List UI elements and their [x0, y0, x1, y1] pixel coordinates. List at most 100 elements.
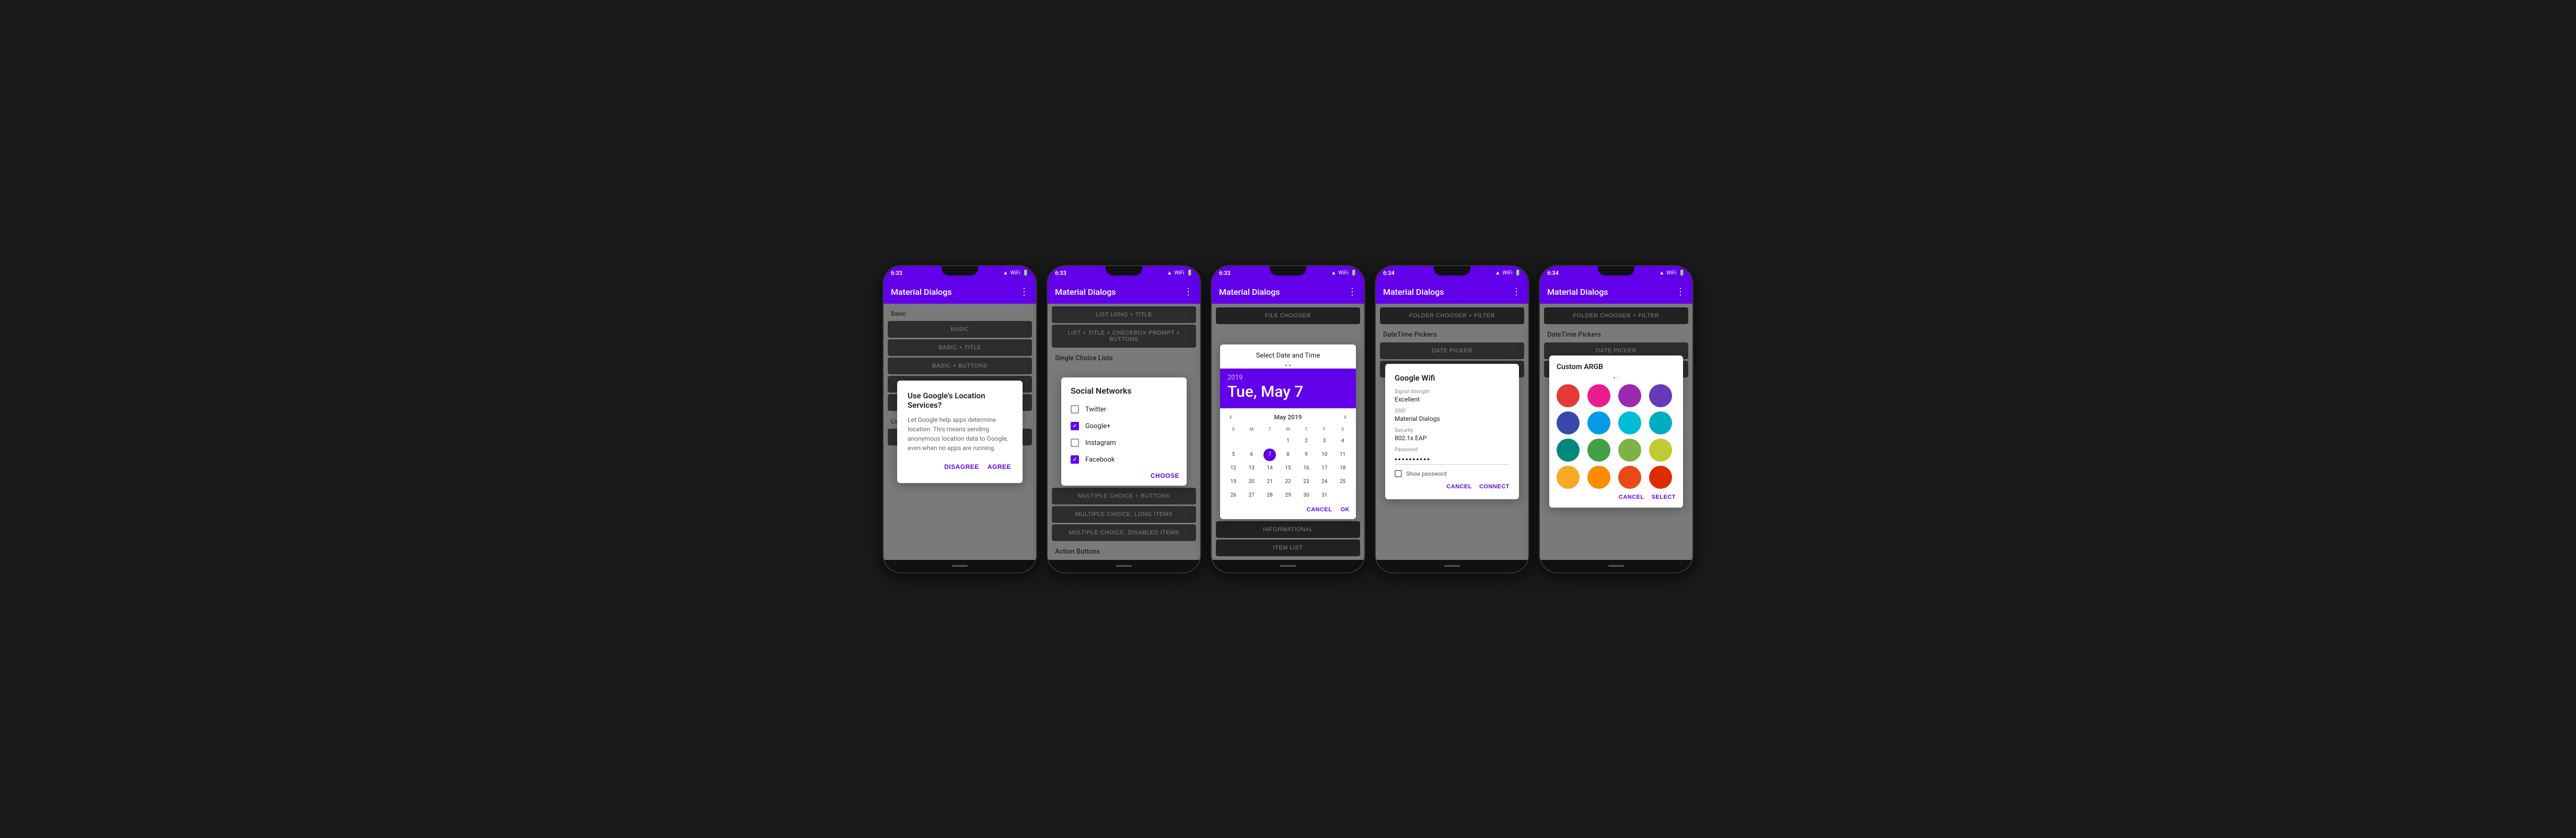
menu-icon-1[interactable]: ⋮ — [1019, 286, 1029, 297]
cal-day-8[interactable]: 8 — [1282, 449, 1294, 461]
cal-day-30[interactable]: 30 — [1300, 489, 1313, 502]
argb-select-btn[interactable]: SELECT — [1652, 494, 1676, 500]
color-amber[interactable] — [1587, 466, 1610, 489]
cal-day-f: F — [1315, 426, 1333, 434]
cal-day-13[interactable]: 13 — [1245, 462, 1258, 475]
choose-button[interactable]: CHOOSE — [1151, 472, 1179, 479]
battery-icon-2: 🔋 — [1187, 270, 1193, 276]
cal-day-4[interactable]: 4 — [1337, 435, 1349, 447]
color-green[interactable] — [1587, 439, 1610, 462]
screen-1: Basic BASIC BASIC + TITLE BASIC + BUTTON… — [884, 304, 1036, 560]
social-item-facebook[interactable]: Facebook — [1061, 451, 1187, 468]
cal-day-31[interactable]: 31 — [1318, 489, 1331, 502]
home-indicator-1 — [952, 565, 968, 567]
date-picker-dialog: Select Date and Time ● ● 2019 Tue, May 7… — [1220, 345, 1356, 519]
color-teal[interactable] — [1557, 439, 1580, 462]
cal-day-3[interactable]: 3 — [1318, 435, 1331, 447]
color-indigo[interactable] — [1557, 411, 1580, 434]
cal-month: May 2019 — [1274, 414, 1302, 421]
calendar-nav: ‹ May 2019 › — [1220, 408, 1356, 426]
color-deep-orange[interactable] — [1618, 466, 1641, 489]
cal-day-2[interactable]: 2 — [1300, 435, 1313, 447]
cal-day-27[interactable]: 27 — [1245, 489, 1258, 502]
home-indicator-3 — [1280, 565, 1296, 567]
menu-icon-2[interactable]: ⋮ — [1183, 286, 1193, 297]
app-title-1: Material Dialogs — [891, 287, 952, 297]
app-bar-3: Material Dialogs ⋮ — [1212, 281, 1364, 304]
color-yellow[interactable] — [1557, 466, 1580, 489]
bottom-bar-5 — [1540, 560, 1692, 572]
color-light-green[interactable] — [1618, 439, 1641, 462]
cal-day-17[interactable]: 17 — [1318, 462, 1331, 475]
wifi-show-password-checkbox[interactable] — [1395, 470, 1402, 477]
cal-prev-btn[interactable]: ‹ — [1225, 411, 1236, 423]
cal-day-24[interactable]: 24 — [1318, 476, 1331, 488]
cal-next-btn[interactable]: › — [1340, 411, 1351, 423]
notch-5 — [1598, 266, 1634, 275]
color-light-blue[interactable] — [1649, 411, 1672, 434]
wifi-cancel-btn[interactable]: CANCEL — [1446, 484, 1472, 490]
wifi-icon-4: WiFi — [1502, 270, 1512, 276]
dialog-overlay-2: Social Networks Twitter Google+ Instagra… — [1048, 304, 1200, 560]
color-deep-purple[interactable] — [1649, 384, 1672, 407]
dialog-overlay-5: Custom ARGB ● ○ — [1540, 304, 1692, 560]
wifi-password-input[interactable] — [1395, 454, 1510, 465]
app-title-3: Material Dialogs — [1219, 287, 1280, 297]
social-item-twitter[interactable]: Twitter — [1061, 401, 1187, 418]
checkbox-googleplus[interactable] — [1071, 422, 1079, 430]
color-orange-red[interactable] — [1649, 466, 1672, 489]
dp-cancel-btn[interactable]: CANCEL — [1307, 507, 1332, 513]
social-label-instagram: Instagram — [1085, 439, 1116, 447]
social-item-instagram[interactable]: Instagram — [1061, 434, 1187, 451]
agree-button[interactable]: AGREE — [987, 461, 1012, 473]
checkbox-instagram[interactable] — [1071, 439, 1079, 447]
cal-day-6[interactable]: 6 — [1245, 449, 1258, 461]
social-dialog-title: Social Networks — [1061, 377, 1187, 401]
cal-day-23[interactable]: 23 — [1300, 476, 1313, 488]
color-blue[interactable] — [1587, 411, 1610, 434]
disagree-button[interactable]: DISAGREE — [943, 461, 980, 473]
dialog-body-1: Let Google help apps determine location.… — [908, 415, 1012, 453]
cal-day-15[interactable]: 15 — [1282, 462, 1294, 475]
cal-day-5[interactable]: 5 — [1227, 449, 1239, 461]
cal-day-18[interactable]: 18 — [1337, 462, 1349, 475]
cal-day-19[interactable]: 19 — [1227, 476, 1239, 488]
cal-day-7[interactable]: 7 — [1263, 449, 1276, 461]
cal-day-11[interactable]: 11 — [1337, 449, 1349, 461]
cal-day-9[interactable]: 9 — [1300, 449, 1313, 461]
cal-day-12[interactable]: 12 — [1227, 462, 1239, 475]
social-item-googleplus[interactable]: Google+ — [1061, 418, 1187, 434]
cal-day-22[interactable]: 22 — [1282, 476, 1294, 488]
cal-day-16[interactable]: 16 — [1300, 462, 1313, 475]
cal-day-28[interactable]: 28 — [1263, 489, 1276, 502]
cal-day-20[interactable]: 20 — [1245, 476, 1258, 488]
cal-day-10[interactable]: 10 — [1318, 449, 1331, 461]
cal-day-25[interactable]: 25 — [1337, 476, 1349, 488]
color-red[interactable] — [1557, 384, 1580, 407]
app-bar-4: Material Dialogs ⋮ — [1376, 281, 1528, 304]
cal-day-26[interactable]: 26 — [1227, 489, 1239, 502]
cal-day-21[interactable]: 21 — [1263, 476, 1276, 488]
wifi-security-value: 802.1x EAP — [1395, 434, 1510, 442]
date-picker-actions: CANCEL OK — [1220, 502, 1356, 519]
signal-icon-1: ▲ — [1003, 270, 1008, 276]
color-cyan[interactable] — [1618, 411, 1641, 434]
menu-icon-5[interactable]: ⋮ — [1676, 286, 1685, 297]
phone-2: 6:33 ▲ WiFi 🔋 Material Dialogs ⋮ LIST LO… — [1047, 265, 1201, 573]
wifi-show-password-row[interactable]: Show password — [1395, 470, 1510, 477]
status-icons-5: ▲ WiFi 🔋 — [1659, 270, 1685, 276]
cal-day-1[interactable]: 1 — [1282, 435, 1294, 447]
cal-day-14[interactable]: 14 — [1263, 462, 1276, 475]
menu-icon-3[interactable]: ⋮ — [1348, 286, 1357, 297]
checkbox-twitter[interactable] — [1071, 405, 1079, 414]
color-pink[interactable] — [1587, 384, 1610, 407]
menu-icon-4[interactable]: ⋮ — [1512, 286, 1521, 297]
argb-cancel-btn[interactable]: CANCEL — [1619, 494, 1644, 500]
cal-day-29[interactable]: 29 — [1282, 489, 1294, 502]
color-lime[interactable] — [1649, 439, 1672, 462]
app-title-5: Material Dialogs — [1547, 287, 1608, 297]
wifi-connect-btn[interactable]: CONNECT — [1479, 484, 1510, 490]
color-purple[interactable] — [1618, 384, 1641, 407]
checkbox-facebook[interactable] — [1071, 455, 1079, 464]
dp-ok-btn[interactable]: OK — [1341, 507, 1350, 513]
